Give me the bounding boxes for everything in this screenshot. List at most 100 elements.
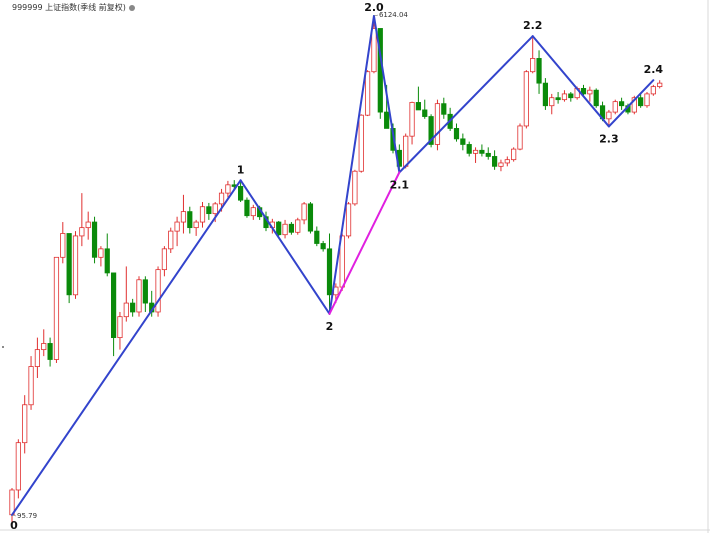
candle-body: [193, 221, 199, 229]
candle-body: [295, 219, 301, 233]
candle-body: [34, 349, 41, 367]
candle: [123, 266, 129, 322]
candle-body: [657, 82, 663, 88]
candle-body: [206, 206, 212, 215]
candle-body: [511, 148, 517, 161]
candle-body: [282, 223, 288, 236]
candle-body: [180, 211, 187, 223]
candle: [568, 92, 574, 102]
candle-body: [47, 343, 53, 360]
candle-body: [491, 156, 498, 167]
wave-segment: [239, 179, 331, 315]
candle: [180, 194, 187, 234]
candle: [193, 219, 199, 236]
candle: [28, 356, 34, 410]
candle-body: [364, 71, 371, 116]
candle-body: [441, 103, 447, 115]
candle: [174, 216, 180, 247]
candle: [34, 337, 41, 378]
candle-body: [212, 203, 218, 215]
candle-body: [460, 138, 466, 145]
candle: [15, 439, 21, 499]
candle-body: [517, 125, 523, 150]
candle: [409, 101, 415, 145]
candle-body: [187, 211, 193, 229]
candle-body: [358, 114, 364, 172]
candle: [479, 144, 485, 157]
candle-body: [314, 230, 320, 244]
candle: [453, 123, 460, 142]
candle: [53, 256, 60, 363]
candle-body: [117, 316, 123, 339]
candle: [79, 193, 85, 247]
candle: [206, 202, 212, 220]
candle-body: [326, 248, 333, 296]
candle-body: [28, 366, 34, 406]
candle-body: [53, 256, 60, 360]
candle-body: [542, 82, 549, 107]
candle-body: [244, 199, 250, 217]
candle: [187, 206, 193, 234]
candle: [111, 272, 117, 357]
candle: [619, 97, 625, 110]
candle-body: [612, 101, 618, 113]
wave-segment: [531, 35, 610, 128]
candle: [295, 217, 301, 235]
candle-body: [22, 404, 28, 444]
candle: [41, 329, 47, 357]
candle: [498, 159, 504, 172]
candle: [250, 204, 256, 220]
candle: [104, 233, 110, 277]
candle-body: [250, 207, 256, 217]
candle: [644, 92, 650, 108]
candle-body: [536, 58, 542, 84]
candle-body: [485, 152, 491, 157]
candle: [612, 99, 618, 115]
candle-body: [352, 170, 358, 205]
wave-label: 0: [10, 519, 18, 532]
candle-body: [561, 93, 568, 101]
candle: [301, 202, 307, 225]
candle: [530, 36, 536, 74]
candle-body: [606, 111, 612, 120]
candle-body: [15, 442, 21, 491]
candle-body: [415, 102, 422, 111]
candle-body: [498, 162, 504, 167]
left-marker-dot: [2, 346, 4, 348]
candle-body: [168, 230, 174, 250]
candle-body: [225, 184, 231, 194]
candle: [434, 99, 441, 151]
candle-body: [276, 221, 282, 236]
candle-body: [174, 221, 180, 232]
candle: [85, 211, 91, 240]
candle-body: [104, 248, 110, 274]
candle-body: [98, 248, 104, 258]
candle-body: [384, 111, 390, 129]
candle-body: [453, 128, 460, 140]
candle-body: [555, 97, 561, 101]
candle-body: [60, 233, 66, 258]
candle-body: [568, 93, 574, 99]
candle: [472, 147, 479, 163]
candle-body: [91, 221, 98, 258]
candle-body: [85, 221, 91, 229]
candle-body: [130, 302, 136, 313]
wave-label: 1: [237, 163, 245, 176]
candle: [593, 88, 599, 108]
candle-body: [41, 343, 47, 351]
wave-label: 2: [326, 320, 334, 333]
wave-label: 2.3: [599, 132, 619, 145]
candle-body: [587, 89, 593, 95]
candle: [491, 150, 498, 170]
candle-body: [422, 109, 428, 117]
candle: [422, 99, 428, 119]
candle-body: [307, 203, 314, 232]
candle: [536, 50, 542, 94]
candle-body: [123, 302, 129, 318]
candle: [314, 226, 320, 247]
candle: [358, 114, 364, 173]
candle-body: [320, 243, 326, 250]
candle: [130, 298, 136, 317]
candle-body: [504, 159, 510, 164]
candle: [650, 84, 656, 96]
